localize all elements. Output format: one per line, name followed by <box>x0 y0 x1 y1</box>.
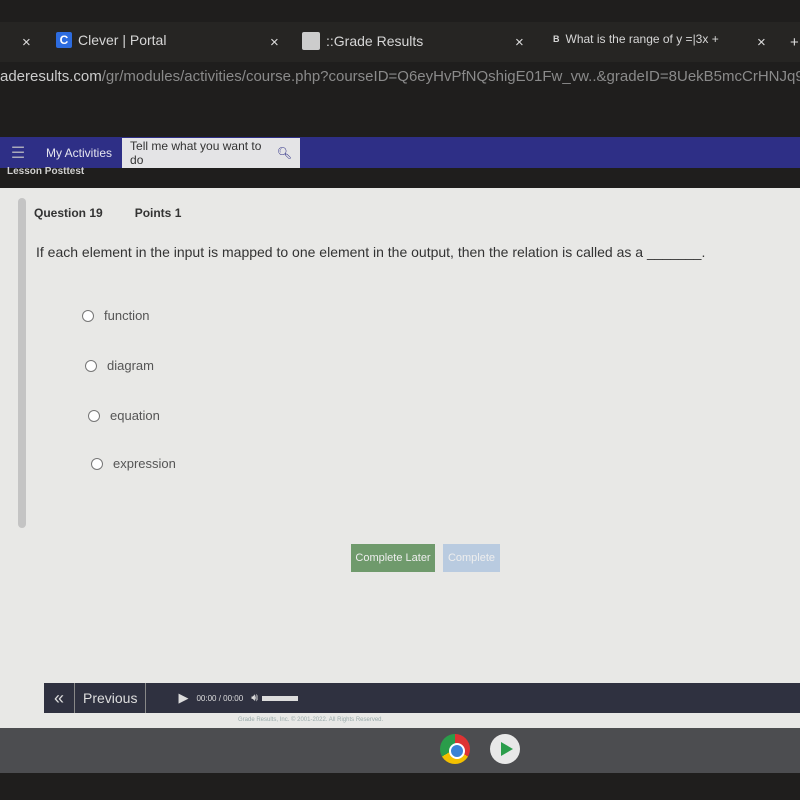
tab-title: Clever | Portal <box>78 32 167 48</box>
radio-button[interactable] <box>88 409 100 422</box>
chrome-icon[interactable] <box>440 734 470 764</box>
search-placeholder: Tell me what you want to do <box>130 138 262 167</box>
app-bar: ☰ My Activities Tell me what you want to… <box>0 137 800 168</box>
grade-results-icon <box>302 32 320 50</box>
audio-time: 00:00 / 00:00 <box>196 693 244 703</box>
option-function[interactable]: function <box>82 308 150 323</box>
question-number: Question 19 <box>34 206 103 220</box>
os-shelf <box>0 728 800 773</box>
address-bar[interactable]: aderesults.com/gr/modules/activities/cou… <box>0 68 800 85</box>
option-label: diagram <box>107 358 154 373</box>
radio-button[interactable] <box>85 359 97 372</box>
option-diagram[interactable]: diagram <box>85 358 154 373</box>
footer-bar: « Previous ▶ 00:00 / 00:00 🔊︎ <box>44 683 800 713</box>
option-label: function <box>104 308 150 323</box>
radio-button[interactable] <box>82 309 94 322</box>
search-icon[interactable]: 🔍︎ <box>277 146 292 160</box>
complete-later-button[interactable]: Complete Later <box>351 544 435 572</box>
option-expression[interactable]: expression <box>91 456 176 471</box>
search-input[interactable]: Tell me what you want to do 🔍︎ <box>122 137 301 168</box>
option-label: expression <box>113 456 176 471</box>
new-tab-button[interactable]: + <box>790 34 799 51</box>
url-host: aderesults.com <box>0 68 102 85</box>
question-text: If each element in the input is mapped t… <box>36 244 706 260</box>
question-points: Points 1 <box>134 206 182 220</box>
radio-button[interactable] <box>91 457 103 470</box>
close-tab-icon[interactable]: × <box>515 34 524 51</box>
question-page: Question 19 Points 1 If each element in t… <box>0 188 800 728</box>
clever-icon: C <box>56 32 72 48</box>
tab-strip: × C Clever | Portal × ::Grade Results × B… <box>0 22 800 62</box>
tab-title: What is the range of y =|3x + <box>565 32 719 46</box>
tab-grade-results[interactable]: ::Grade Results <box>302 32 423 50</box>
lesson-title: Lesson Posttest <box>7 166 85 177</box>
copyright: Grade Results, Inc. © 2001-2022. All Rig… <box>238 717 384 723</box>
close-tab-icon[interactable]: × <box>757 34 766 51</box>
first-page-icon[interactable]: « <box>44 688 74 709</box>
option-label: equation <box>110 408 160 423</box>
complete-button[interactable]: Complete <box>443 544 500 572</box>
my-activities-link[interactable]: My Activities <box>36 146 122 160</box>
close-tab-icon[interactable]: × <box>22 34 31 51</box>
close-tab-icon[interactable]: × <box>270 34 279 51</box>
url-path: /gr/modules/activities/course.php?course… <box>101 68 800 85</box>
volume-icon[interactable]: 🔊︎ <box>251 692 258 705</box>
menu-icon[interactable]: ☰ <box>0 143 36 163</box>
tab-clever[interactable]: C Clever | Portal <box>56 32 166 48</box>
scrollbar[interactable] <box>18 198 26 528</box>
previous-button[interactable]: Previous <box>75 690 145 706</box>
volume-slider[interactable] <box>262 695 299 701</box>
tab-question[interactable]: B What is the range of y =|3x + <box>553 32 719 46</box>
brainly-icon: B <box>553 34 560 44</box>
option-equation[interactable]: equation <box>88 408 160 423</box>
play-icon[interactable]: ▶ <box>178 690 188 706</box>
play-store-icon[interactable] <box>490 734 520 764</box>
tab-title: ::Grade Results <box>326 33 424 49</box>
